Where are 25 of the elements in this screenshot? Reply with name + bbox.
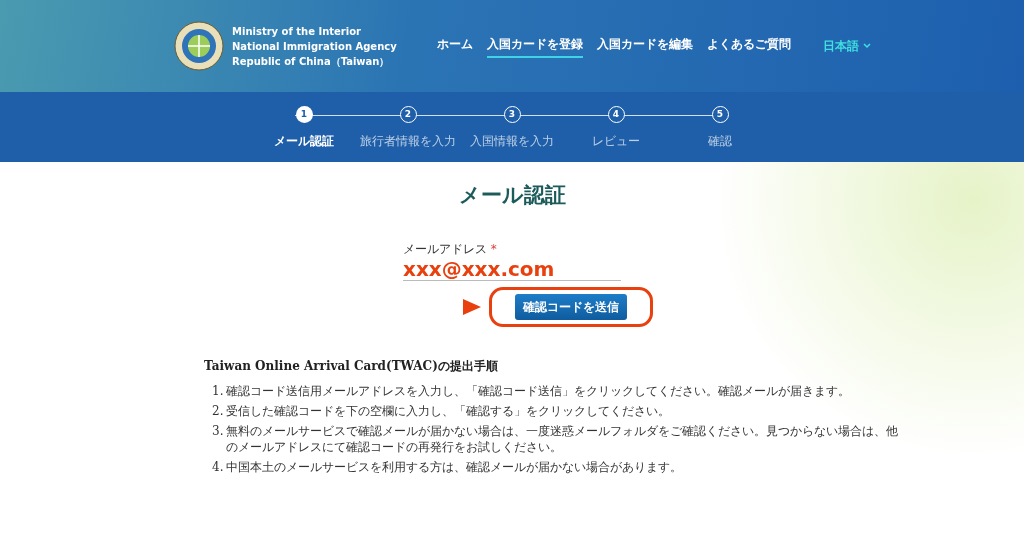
page-title: メール認証 — [457, 182, 567, 209]
agency-name-line: Republic of China（Taiwan） — [232, 54, 391, 69]
instructions-title: Taiwan Online Arrival Card(TWAC)の提出手順 — [204, 357, 499, 375]
language-selector[interactable]: 日本語 — [822, 37, 871, 55]
email-field[interactable]: xxx@xxx.com — [403, 257, 621, 281]
chevron-down-icon — [862, 43, 871, 49]
nav-link[interactable]: よくあるご質問 — [706, 34, 791, 58]
nav-link[interactable]: 入国カードを編集 — [596, 34, 693, 58]
send-code-button[interactable]: 確認コードを送信 — [515, 293, 627, 320]
agency-name-line: Ministry of the Interior — [232, 24, 363, 39]
instruction-text: 無料のメールサービスで確認メールが届かない場合は、一度迷惑メールフォルダをご確認ください。見つからない場合は、他のメールアドレスにて確認コードの再発行をお試しください。 — [226, 422, 899, 455]
instruction-text: 中国本土のメールサービスを利用する方は、確認メールが届かない場合があります。 — [226, 458, 682, 475]
step-label: 旅行者情報を入力 — [360, 133, 456, 150]
step-label: 確認 — [708, 133, 732, 150]
step-label: レビュー — [592, 133, 640, 150]
agency-name-line: National Immigration Agency — [232, 39, 397, 54]
step-label: 入国情報を入力 — [470, 133, 554, 150]
emblem-logo — [174, 21, 224, 71]
instruction-text: 確認コード送信用メールアドレスを入力し、「確認コード送信」をクリックしてください。確認メールが届きます。 — [226, 382, 850, 399]
nav-link[interactable]: 入国カードを登録 — [486, 34, 583, 58]
step-label: メール認証 — [274, 133, 334, 150]
arrow-marker-icon — [463, 298, 481, 315]
instruction-text: 受信した確認コードを下の空欄に入力し、「確認する」をクリックしてください。 — [226, 402, 670, 419]
nav-link[interactable]: ホーム — [436, 34, 473, 58]
field-label: メールアドレス * — [403, 240, 498, 258]
